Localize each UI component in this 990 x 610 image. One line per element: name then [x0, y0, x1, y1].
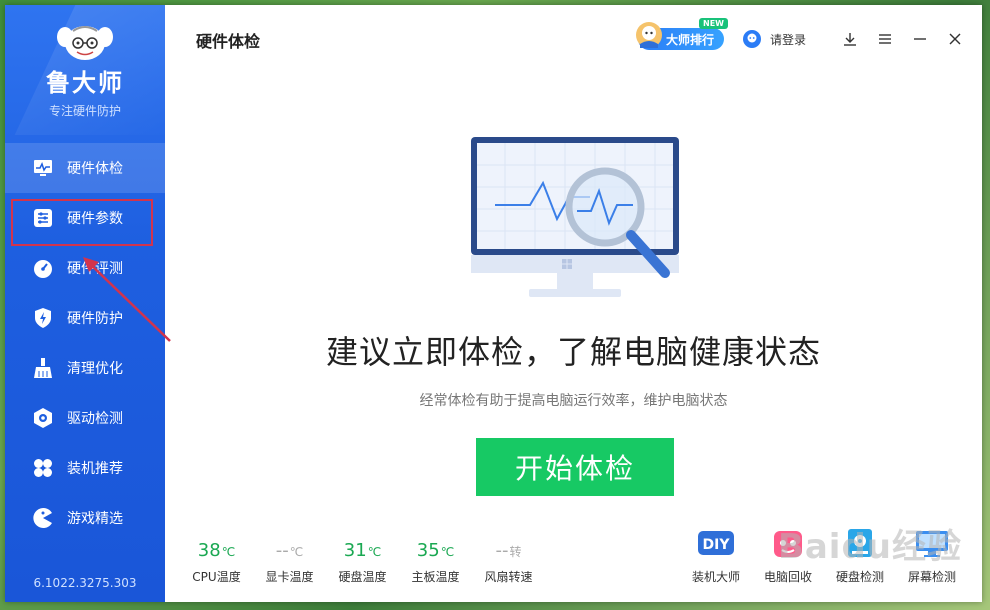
- tool-label: 电脑回收: [763, 570, 812, 584]
- stat-value: --: [275, 540, 289, 561]
- temperature-stats: 38℃ CPU温度 --℃ 显卡温度 31℃ 硬盘温度 35℃ 主板温度 --转…: [180, 540, 545, 585]
- stat-unit: 转: [509, 545, 522, 559]
- brand-slogan: 专注硬件防护: [48, 104, 121, 118]
- stat-unit: ℃: [440, 545, 455, 559]
- version-label: 6.1022.3275.303: [33, 576, 137, 590]
- brand-name: 鲁大师: [46, 69, 124, 97]
- stat-label: 主板温度: [411, 570, 460, 584]
- page-title: 硬件体检: [196, 32, 261, 51]
- stat-value: 38: [197, 540, 221, 561]
- tool-label: 屏幕检测: [907, 570, 956, 584]
- start-check-button[interactable]: 开始体检: [476, 438, 674, 496]
- new-badge: NEW: [699, 18, 728, 29]
- brand: 鲁大师 专注硬件防护: [5, 5, 165, 135]
- menu-icon[interactable]: [876, 30, 894, 48]
- user-avatar-icon: [742, 30, 761, 48]
- speedometer-icon: [31, 256, 55, 280]
- stat-unit: ℃: [289, 545, 304, 559]
- tool-label: 装机大师: [691, 570, 740, 584]
- rank-label: 大师排行: [665, 32, 714, 47]
- master-ranking-button[interactable]: 大师排行 NEW: [635, 18, 728, 50]
- download-icon[interactable]: [841, 30, 859, 48]
- sidebar-item-label: 清理优化: [67, 361, 123, 377]
- close-icon[interactable]: [946, 30, 964, 48]
- pacman-icon: [31, 506, 55, 530]
- stat-fan-speed: --转 风扇转速: [472, 540, 545, 585]
- broom-icon: [31, 356, 55, 380]
- tool-label: 硬盘检测: [835, 570, 884, 584]
- stat-unit: ℃: [221, 545, 236, 559]
- stat-disk-temp: 31℃ 硬盘温度: [326, 540, 399, 585]
- stat-gpu-temp: --℃ 显卡温度: [253, 540, 326, 585]
- login-button[interactable]: 请登录: [742, 29, 806, 49]
- subline: 经常体检有助于提高电脑运行效率，维护电脑状态: [419, 393, 728, 409]
- stat-cpu-temp: 38℃ CPU温度: [180, 540, 253, 585]
- sidebar-item-hardware-benchmark[interactable]: 硬件评测: [5, 243, 165, 293]
- stat-value: 31: [343, 540, 367, 561]
- sidebar-item-hardware-params[interactable]: 硬件参数: [5, 193, 165, 243]
- sidebar-item-driver-check[interactable]: 驱动检测: [5, 393, 165, 443]
- stat-board-temp: 35℃ 主板温度: [399, 540, 472, 585]
- sidebar-item-label: 装机推荐: [67, 461, 123, 477]
- watermark: Baidu经验: [777, 527, 962, 567]
- shield-bolt-icon: [31, 306, 55, 330]
- stat-value: --: [495, 540, 509, 561]
- diy-icon: DIY: [696, 523, 736, 563]
- sidebar-item-label: 硬件参数: [67, 211, 123, 227]
- stat-value: 35: [416, 540, 440, 561]
- sidebar-item-clean-optimize[interactable]: 清理优化: [5, 343, 165, 393]
- stat-label: 显卡温度: [265, 570, 314, 584]
- monitor-chart-icon: [31, 156, 55, 180]
- sidebar-item-label: 硬件防护: [67, 311, 123, 327]
- sidebar-item-build-recommend[interactable]: 装机推荐: [5, 443, 165, 493]
- sidebar-item-label: 驱动检测: [67, 411, 123, 427]
- app-window: 鲁大师 专注硬件防护 硬件体检 硬件参数 硬件评测 硬件防护 清理优化 驱动检测…: [5, 5, 982, 602]
- svg-text:DIY: DIY: [703, 537, 731, 553]
- ludashi-logo-icon: [57, 26, 113, 60]
- stat-label: 风扇转速: [484, 570, 533, 584]
- master-avatar-icon: [635, 22, 662, 48]
- monitor-magnifier-illustration: [471, 137, 679, 297]
- sidebar-item-game-picks[interactable]: 游戏精选: [5, 493, 165, 543]
- sidebar-item-label: 游戏精选: [67, 511, 123, 527]
- sidebar-item-label: 硬件体检: [67, 161, 123, 177]
- login-label: 请登录: [769, 32, 806, 47]
- sidebar-item-hardware-check[interactable]: 硬件体检: [5, 143, 165, 193]
- stat-label: 硬盘温度: [338, 570, 387, 584]
- sidebar-nav: 硬件体检 硬件参数 硬件评测 硬件防护 清理优化 驱动检测 装机推荐 游戏精选: [5, 143, 165, 543]
- main-panel: 硬件体检 大师排行 NEW 请登录 建议立即体检，了解电脑健康状态 经常体检有助…: [165, 5, 982, 602]
- sidebar: 鲁大师 专注硬件防护 硬件体检 硬件参数 硬件评测 硬件防护 清理优化 驱动检测…: [5, 5, 165, 602]
- tool-build-master[interactable]: DIY 装机大师: [680, 523, 752, 585]
- top-bar: 大师排行 NEW 请登录: [635, 18, 964, 55]
- sliders-icon: [31, 206, 55, 230]
- headline: 建议立即体检，了解电脑健康状态: [325, 333, 821, 371]
- driver-gear-icon: [31, 406, 55, 430]
- sidebar-item-label: 硬件评测: [67, 261, 123, 277]
- clover-icon: [31, 456, 55, 480]
- minimize-icon[interactable]: [911, 30, 929, 48]
- sidebar-item-hardware-protection[interactable]: 硬件防护: [5, 293, 165, 343]
- stat-label: CPU温度: [192, 570, 241, 584]
- stat-unit: ℃: [367, 545, 382, 559]
